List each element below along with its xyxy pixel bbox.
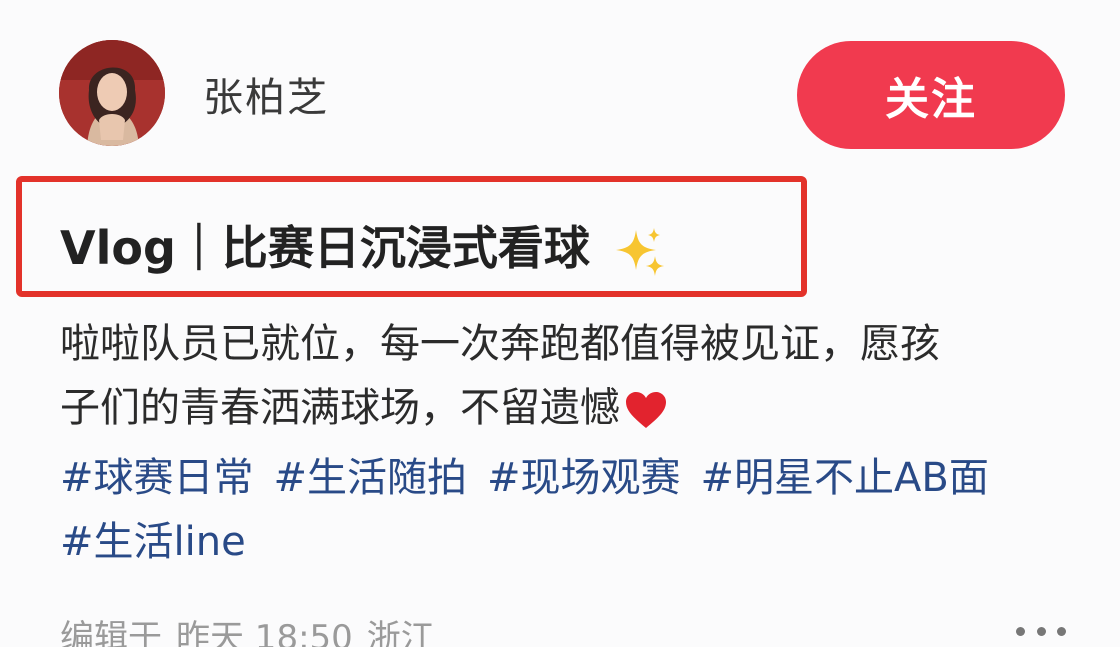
follow-button[interactable]: 关注 bbox=[797, 41, 1065, 149]
more-dot bbox=[1057, 626, 1066, 636]
post-body: 啦啦队员已就位，每一次奔跑都值得被见证，愿孩 子们的青春洒满球场，不留遗憾 bbox=[60, 312, 1070, 440]
more-dot bbox=[1036, 626, 1046, 636]
tag-row-2: #生活line bbox=[60, 510, 1080, 574]
post-location: 浙江 bbox=[366, 618, 435, 647]
tag-row-1: #球赛日常 #生活随拍 #现场观赛 #明星不止AB面 bbox=[60, 446, 1080, 510]
tag-link[interactable]: #生活line bbox=[60, 510, 246, 574]
avatar[interactable] bbox=[59, 40, 165, 146]
post-body-line-2-text: 子们的青春洒满球场，不留遗憾 bbox=[60, 385, 620, 431]
avatar-image bbox=[59, 40, 165, 146]
author-name[interactable]: 张柏芝 bbox=[203, 70, 329, 126]
tag-link[interactable]: #球赛日常 bbox=[60, 446, 254, 510]
tag-link[interactable]: #生活随拍 bbox=[274, 446, 468, 510]
post-time: 昨天 18:50 bbox=[176, 618, 353, 647]
post-card: 张柏芝 关注 Vlog｜比赛日沉浸式看球 啦啦队员已就位，每一次奔跑都值得被见证… bbox=[0, 0, 1120, 647]
post-meta: 编辑于 昨天 18:50 浙江 bbox=[60, 614, 449, 647]
tag-link[interactable]: #现场观赛 bbox=[487, 446, 681, 510]
red-heart-icon bbox=[626, 392, 666, 428]
more-dots-icon[interactable] bbox=[1016, 616, 1066, 646]
more-dot bbox=[1016, 626, 1025, 636]
edited-prefix: 编辑于 bbox=[60, 618, 162, 647]
post-title: Vlog｜比赛日沉浸式看球 bbox=[60, 216, 666, 280]
post-title-text: Vlog｜比赛日沉浸式看球 bbox=[60, 221, 590, 275]
tag-link[interactable]: #明星不止AB面 bbox=[701, 446, 989, 510]
post-body-line-2: 子们的青春洒满球场，不留遗憾 bbox=[60, 376, 1070, 440]
tag-list: #球赛日常 #生活随拍 #现场观赛 #明星不止AB面 #生活line bbox=[60, 446, 1080, 574]
post-body-line-1: 啦啦队员已就位，每一次奔跑都值得被见证，愿孩 bbox=[60, 321, 940, 367]
sparkles-icon bbox=[615, 227, 664, 276]
